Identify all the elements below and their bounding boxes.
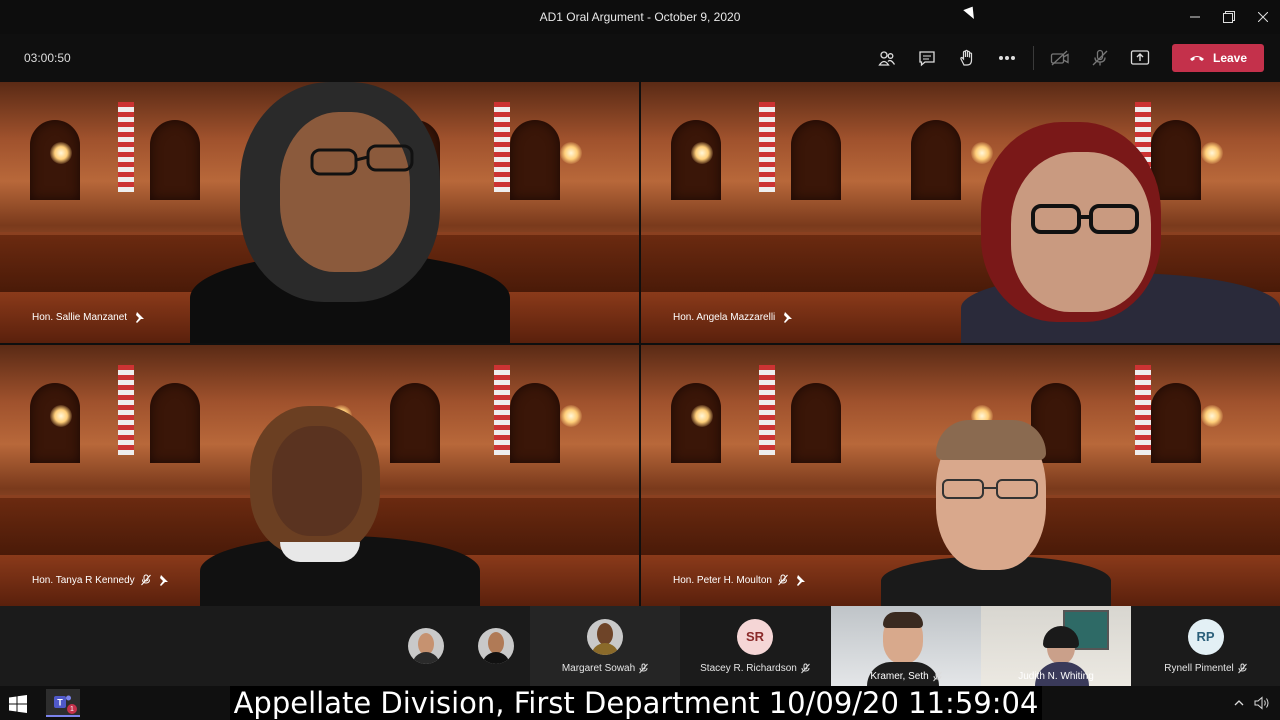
pin-icon [796, 575, 805, 586]
participant-nametag: Hon. Sallie Manzanet [28, 309, 149, 325]
participant-name: Judith N. Whiting [1018, 671, 1094, 682]
avatar: RP [1187, 618, 1224, 655]
mic-off-icon [800, 663, 810, 673]
volume-icon[interactable] [1254, 696, 1270, 710]
video-tile[interactable]: Hon. Sallie Manzanet [0, 82, 639, 343]
participant-video-thumb[interactable]: Kramer, Seth [831, 606, 981, 686]
video-tile[interactable]: Hon. Angela Mazzarelli [641, 82, 1280, 343]
pin-icon [159, 575, 168, 586]
participant-thumb-label: Stacey R. Richardson [700, 663, 810, 674]
mic-off-icon [778, 574, 788, 586]
participant-video [170, 82, 530, 343]
participant-thumb[interactable]: SR Stacey R. Richardson [680, 606, 830, 686]
mic-off-icon [1237, 663, 1247, 673]
video-tile[interactable]: Hon. Tanya R Kennedy [0, 345, 639, 606]
window-controls [1178, 0, 1280, 34]
participant-name: Kramer, Seth [870, 671, 929, 682]
broadcast-caption: Appellate Division, First Department 10/… [230, 686, 1042, 720]
system-tray [1234, 686, 1270, 720]
more-icon[interactable] [987, 42, 1027, 74]
avatar: SR [737, 618, 773, 655]
camera-off-icon[interactable] [1040, 42, 1080, 74]
notification-badge: 1 [67, 704, 77, 714]
call-timer: 03:00:50 [24, 51, 71, 65]
pin-icon [784, 312, 793, 323]
windows-start-icon[interactable] [8, 694, 28, 714]
participant-video [881, 420, 1111, 606]
participant-name: Hon. Tanya R Kennedy [32, 574, 135, 586]
restore-icon[interactable] [1212, 0, 1246, 34]
call-controls-bar: 03:00:50 Leave [0, 34, 1280, 82]
video-tile[interactable]: Hon. Peter H. Moulton [641, 345, 1280, 606]
participant-thumb[interactable]: Margaret Sowah [530, 606, 680, 686]
window-title: AD1 Oral Argument - October 9, 2020 [539, 10, 741, 24]
video-grid: Hon. Sallie Manzanet Hon. Angela Mazzare… [0, 82, 1280, 606]
participant-thumb[interactable]: RP Rynell Pimentel [1131, 606, 1280, 686]
share-icon[interactable] [1120, 42, 1160, 74]
participant-thumb-label: Kramer, Seth [831, 671, 981, 682]
avatar [587, 618, 623, 655]
participant-name: Stacey R. Richardson [700, 662, 797, 674]
mouse-cursor-icon [963, 6, 977, 22]
phone-hangup-icon [1189, 56, 1204, 61]
participant-thumb[interactable] [476, 606, 516, 686]
people-icon[interactable] [867, 42, 907, 74]
participant-name: Hon. Angela Mazzarelli [673, 311, 776, 323]
chevron-up-icon[interactable] [1234, 700, 1244, 706]
participant-thumb[interactable] [406, 606, 446, 686]
mic-off-icon [932, 671, 942, 682]
mic-off-icon [639, 663, 649, 673]
close-icon[interactable] [1246, 0, 1280, 34]
participant-name: Hon. Sallie Manzanet [32, 311, 128, 323]
window-titlebar: AD1 Oral Argument - October 9, 2020 [0, 0, 1280, 34]
hand-icon[interactable] [947, 42, 987, 74]
participant-strip: Margaret Sowah SR Stacey R. Richardson K… [0, 606, 1280, 686]
participant-name: Rynell Pimentel [1164, 662, 1234, 674]
participant-name: Hon. Peter H. Moulton [673, 574, 772, 586]
chat-icon[interactable] [907, 42, 947, 74]
svg-text:T: T [57, 698, 63, 708]
teams-icon[interactable]: T 1 [46, 689, 80, 717]
avatar [478, 628, 514, 664]
participant-nametag: Hon. Peter H. Moulton [669, 572, 810, 588]
mic-off-icon[interactable] [1080, 42, 1120, 74]
participant-video-thumb[interactable]: Judith N. Whiting [981, 606, 1131, 686]
participant-thumb-label: Margaret Sowah [561, 662, 649, 674]
participant-thumb-label: Rynell Pimentel [1164, 662, 1247, 674]
leave-button[interactable]: Leave [1172, 44, 1264, 72]
participant-name: Margaret Sowah [561, 662, 636, 674]
avatar [408, 628, 444, 664]
toolbar-divider [1033, 46, 1034, 70]
participant-video [200, 406, 480, 606]
participant-thumb-label: Judith N. Whiting [981, 671, 1131, 682]
participant-video [941, 82, 1280, 343]
minimize-icon[interactable] [1178, 0, 1212, 34]
participant-nametag: Hon. Tanya R Kennedy [28, 572, 173, 588]
participant-nametag: Hon. Angela Mazzarelli [669, 309, 797, 325]
pin-icon [136, 312, 145, 323]
call-toolbar: Leave [867, 42, 1264, 74]
mic-off-icon [140, 574, 151, 586]
leave-label: Leave [1212, 51, 1248, 65]
